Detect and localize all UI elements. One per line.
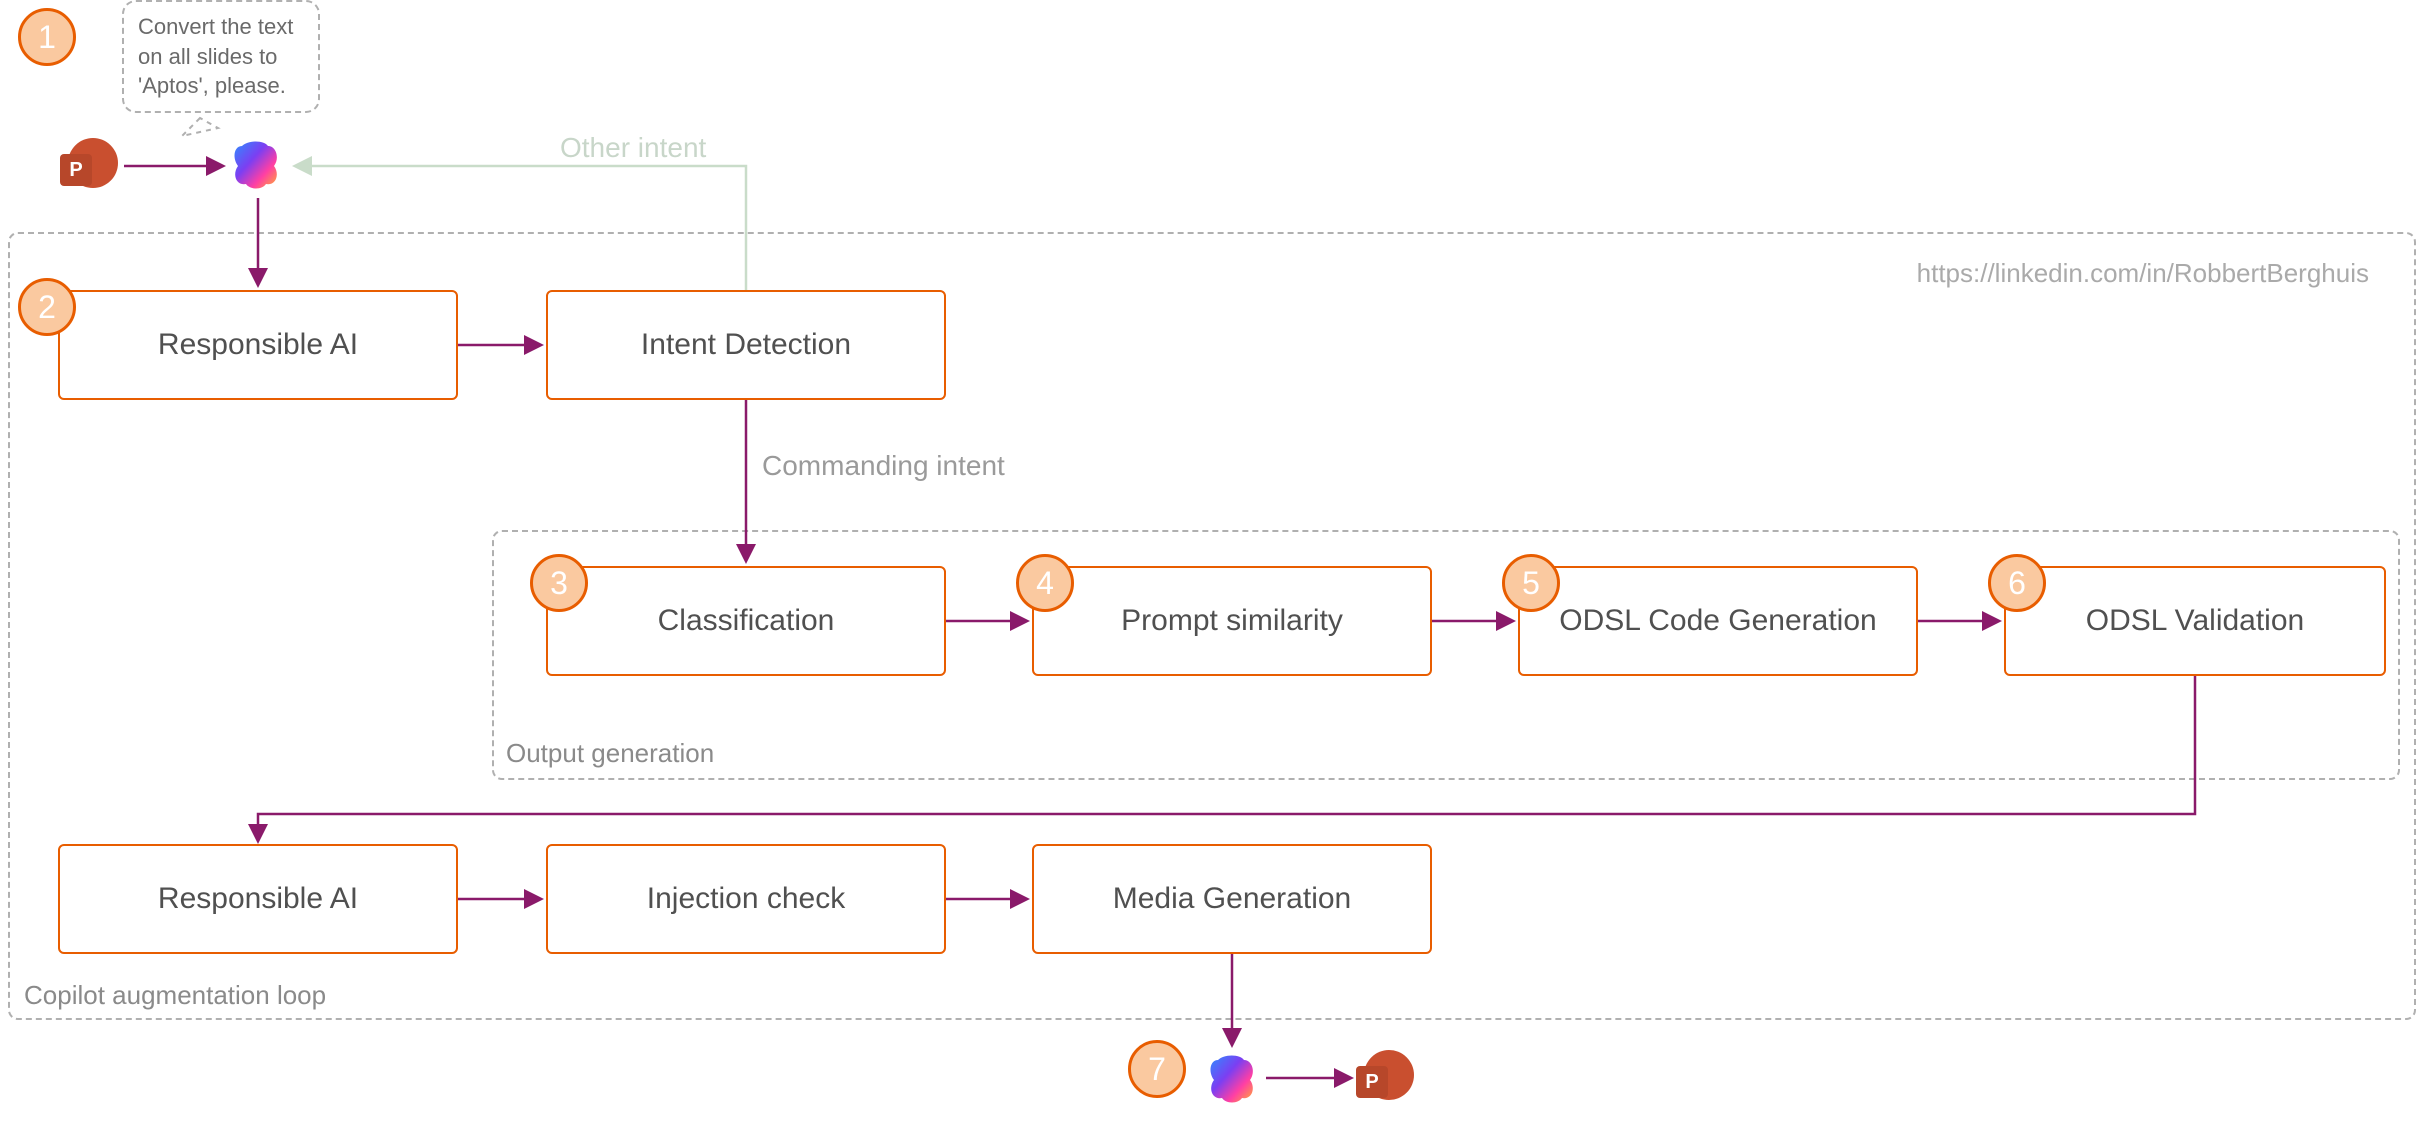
powerpoint-icon: P — [60, 138, 118, 196]
node-label: Prompt similarity — [1121, 604, 1343, 638]
node-label: Responsible AI — [158, 328, 358, 362]
badge-number: 4 — [1036, 565, 1054, 602]
node-media-generation: Media Generation — [1032, 844, 1432, 954]
badge-number: 1 — [38, 19, 56, 56]
node-label: ODSL Code Generation — [1559, 604, 1876, 638]
node-odsl-validation: ODSL Validation — [2004, 566, 2386, 676]
node-intent-detection: Intent Detection — [546, 290, 946, 400]
node-label: Media Generation — [1113, 882, 1351, 916]
node-label: Intent Detection — [641, 328, 851, 362]
step-badge-3: 3 — [530, 554, 588, 612]
group-label-output-generation: Output generation — [506, 738, 714, 769]
node-label: Classification — [658, 604, 835, 638]
diagram-canvas: Copilot augmentation loop Output generat… — [0, 0, 2429, 1125]
copilot-icon — [228, 136, 284, 192]
node-label: ODSL Validation — [2086, 604, 2304, 638]
node-injection-check: Injection check — [546, 844, 946, 954]
group-label-copilot-augmentation-loop: Copilot augmentation loop — [24, 980, 326, 1011]
node-label: Responsible AI — [158, 882, 358, 916]
badge-number: 5 — [1522, 565, 1540, 602]
edge-label-commanding-intent: Commanding intent — [762, 450, 1005, 482]
badge-number: 2 — [38, 289, 56, 326]
edge-label-other-intent: Other intent — [560, 132, 706, 164]
badge-number: 6 — [2008, 565, 2026, 602]
node-responsible-ai-2: Responsible AI — [58, 844, 458, 954]
node-responsible-ai-1: Responsible AI — [58, 290, 458, 400]
node-prompt-similarity: Prompt similarity — [1032, 566, 1432, 676]
badge-number: 7 — [1148, 1051, 1166, 1088]
step-badge-4: 4 — [1016, 554, 1074, 612]
copilot-icon-bottom — [1204, 1050, 1260, 1106]
speech-bubble: Convert the text on all slides to 'Aptos… — [122, 0, 320, 113]
step-badge-6: 6 — [1988, 554, 2046, 612]
node-classification: Classification — [546, 566, 946, 676]
step-badge-2: 2 — [18, 278, 76, 336]
node-odsl-code-generation: ODSL Code Generation — [1518, 566, 1918, 676]
node-label: Injection check — [647, 882, 845, 916]
badge-number: 3 — [550, 565, 568, 602]
step-badge-1: 1 — [18, 8, 76, 66]
step-badge-7: 7 — [1128, 1040, 1186, 1098]
attribution-url: https://linkedin.com/in/RobbertBerghuis — [1917, 258, 2369, 289]
powerpoint-icon-bottom: P — [1356, 1050, 1414, 1108]
step-badge-5: 5 — [1502, 554, 1560, 612]
